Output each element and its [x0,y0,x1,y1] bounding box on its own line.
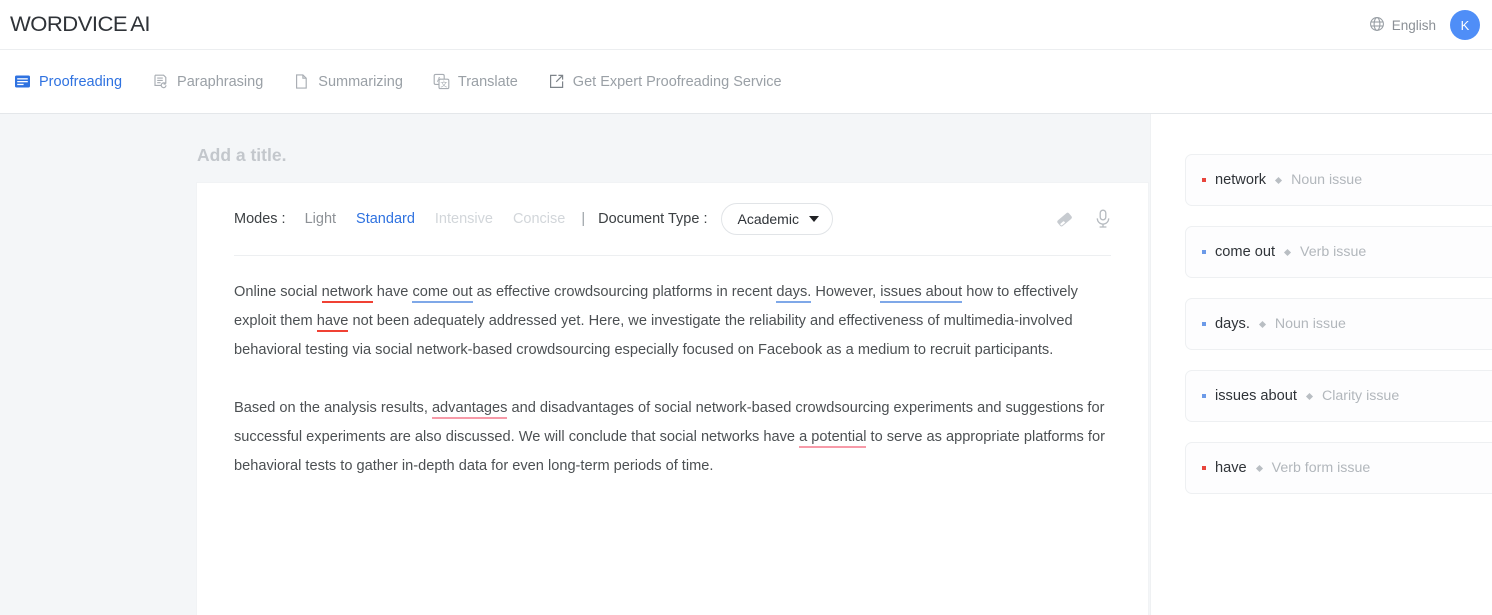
toolbar-separator: | [581,211,585,227]
text-run: have [373,284,413,300]
diamond-separator-icon [1259,320,1266,327]
severity-dot-icon [1202,250,1206,254]
suggestion-term: issues about [1215,388,1297,404]
paraphrasing-icon [152,73,169,90]
eraser-icon[interactable] [1054,209,1075,230]
text-run: not been adequately addressed yet. Here,… [234,313,1073,358]
paragraph-2: Based on the analysis results, advantage… [234,394,1111,481]
nav-item-label: Proofreading [39,74,122,90]
editor-tool-icons [1054,183,1113,255]
wordvice-ai-logo[interactable]: WORDVICEAI [10,13,150,37]
document-type-dropdown[interactable]: Academic [721,203,832,235]
suggestion-type: Verb issue [1300,244,1366,260]
nav-item-label: Summarizing [318,74,403,90]
suggestion-card[interactable]: have Verb form issue [1185,442,1492,494]
chevron-down-icon [809,216,819,222]
text-run: as effective crowdsourcing platforms in … [473,284,777,300]
highlight-come-out[interactable]: come out [412,284,472,303]
mode-option-intensive: Intensive [435,211,493,227]
document-text-area[interactable]: Online social network have come out as e… [197,256,1148,481]
diamond-separator-icon [1256,464,1263,471]
language-selector[interactable]: English [1369,16,1436,35]
proofreading-icon [14,73,31,90]
logo-secondary-text: AI [130,13,150,36]
avatar[interactable]: K [1450,10,1480,40]
mode-option-light[interactable]: Light [305,211,336,227]
highlight-a-potential[interactable]: a potential [799,429,866,448]
text-run: Online social [234,284,322,300]
highlight-advantages[interactable]: advantages [432,400,507,419]
severity-dot-icon [1202,322,1206,326]
translate-icon: A 文 [433,73,450,90]
suggestion-term: days. [1215,316,1250,332]
suggestion-type: Noun issue [1291,172,1362,188]
nav-item-label: Paraphrasing [177,74,263,90]
severity-dot-icon [1202,466,1206,470]
nav-item-proofreading[interactable]: Proofreading [8,73,134,90]
nav-item-paraphrasing[interactable]: Paraphrasing [152,73,275,90]
suggestion-card[interactable]: issues about Clarity issue [1185,370,1492,422]
editor-column: Add a title. Modes : Light Standard Inte… [0,114,1150,615]
nav-item-label: Translate [458,74,518,90]
main-nav-bar: Proofreading Paraphrasing Summarizing [0,50,1492,114]
severity-dot-icon [1202,178,1206,182]
highlight-issues-about[interactable]: issues about [880,284,962,303]
nav-item-translate[interactable]: A 文 Translate [433,73,530,90]
suggestion-card[interactable]: come out Verb issue [1185,226,1492,278]
highlight-have[interactable]: have [317,313,349,332]
highlight-days[interactable]: days. [776,284,811,303]
severity-dot-icon [1202,394,1206,398]
nav-item-label: Get Expert Proofreading Service [573,74,782,90]
nav-item-expert-service[interactable]: Get Expert Proofreading Service [548,73,794,90]
document-type-value: Academic [737,211,798,227]
suggestion-card[interactable]: network Noun issue [1185,154,1492,206]
document-title-input[interactable]: Add a title. [197,145,286,166]
diamond-separator-icon [1306,392,1313,399]
suggestions-panel: network Noun issue come out Verb issue d… [1150,114,1492,615]
mode-option-concise: Concise [513,211,565,227]
diamond-separator-icon [1284,248,1291,255]
globe-icon [1369,16,1385,35]
suggestion-term: network [1215,172,1266,188]
paragraph-1: Online social network have come out as e… [234,278,1111,365]
suggestion-type: Verb form issue [1272,460,1371,476]
top-header-bar: WORDVICEAI English K [0,0,1492,50]
highlight-network[interactable]: network [322,284,373,303]
header-right-controls: English K [1369,0,1480,50]
suggestion-type: Clarity issue [1322,388,1399,404]
document-type-label: Document Type : [598,211,707,227]
suggestion-term: come out [1215,244,1275,260]
diamond-separator-icon [1275,176,1282,183]
svg-text:文: 文 [440,80,447,89]
workspace: Add a title. Modes : Light Standard Inte… [0,114,1492,615]
microphone-icon[interactable] [1093,208,1113,230]
modes-toolbar: Modes : Light Standard Intensive Concise… [197,183,1148,255]
language-label: English [1392,18,1436,33]
editor-card: Modes : Light Standard Intensive Concise… [197,183,1148,615]
suggestion-type: Noun issue [1275,316,1346,332]
nav-item-summarizing[interactable]: Summarizing [293,73,415,90]
mode-option-standard[interactable]: Standard [356,211,415,227]
logo-primary-text: WORDVICE [10,13,127,36]
suggestion-term: have [1215,460,1247,476]
text-run: However, [811,284,880,300]
suggestion-card[interactable]: days. Noun issue [1185,298,1492,350]
text-run: Based on the analysis results, [234,400,432,416]
external-link-icon [548,73,565,90]
modes-label: Modes : [234,211,286,227]
summarizing-icon [293,73,310,90]
